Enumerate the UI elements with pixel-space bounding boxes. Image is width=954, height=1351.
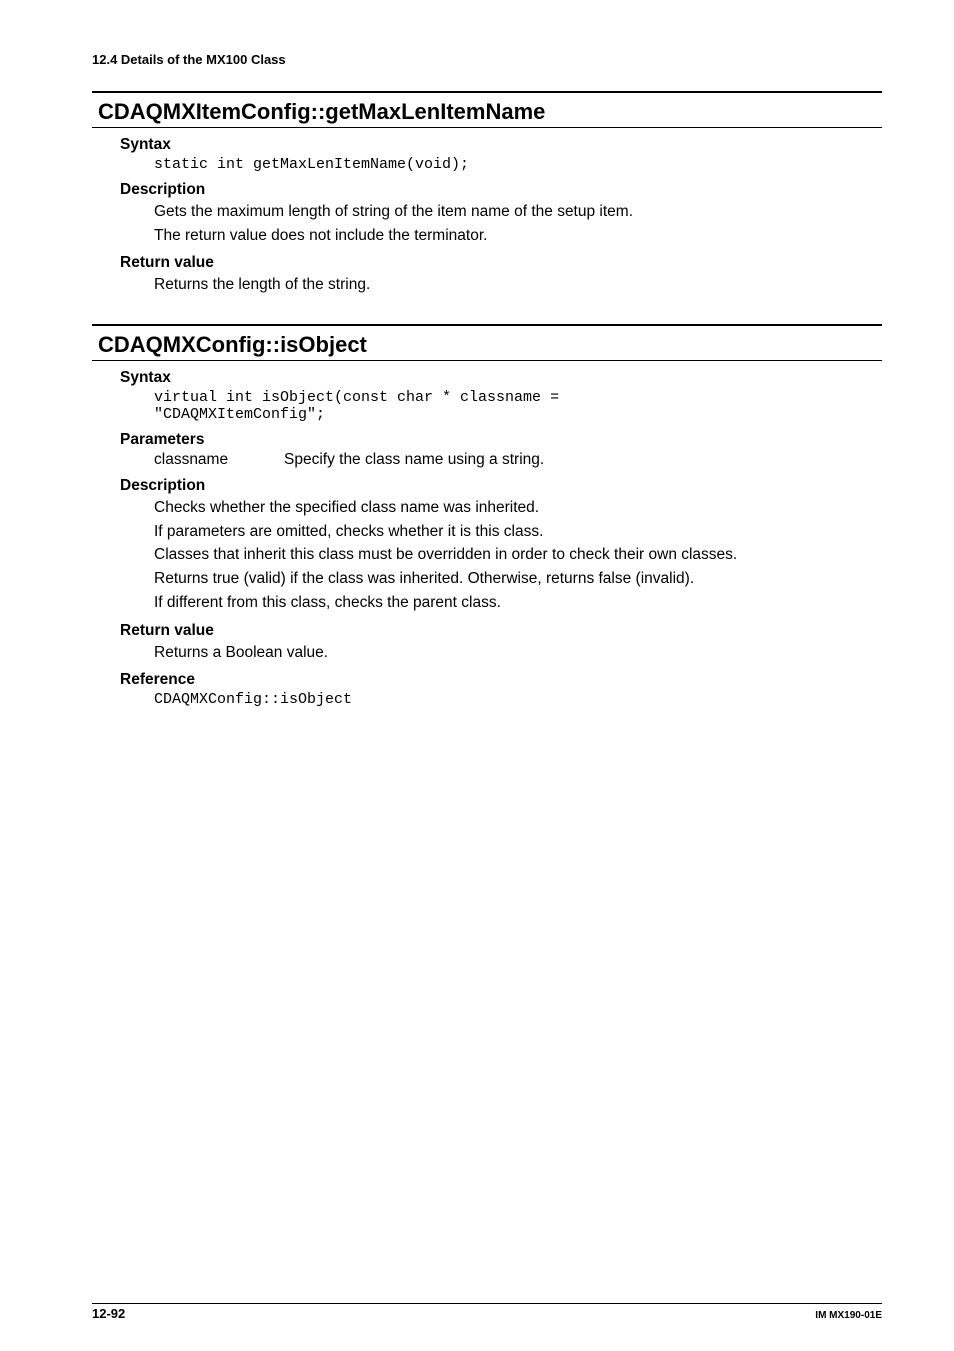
- description-text: Gets the maximum length of string of the…: [92, 201, 882, 223]
- return-value-text: Returns a Boolean value.: [92, 642, 882, 664]
- syntax-code: static int getMaxLenItemName(void);: [92, 156, 882, 173]
- description-text: If parameters are omitted, checks whethe…: [92, 521, 882, 543]
- section-divider: [92, 324, 882, 326]
- reference-heading: Reference: [92, 671, 882, 689]
- page-number: 12-92: [92, 1306, 125, 1321]
- parameter-name: classname: [154, 451, 284, 469]
- description-text: Checks whether the specified class name …: [92, 497, 882, 519]
- return-value-heading: Return value: [92, 254, 882, 272]
- description-text: Classes that inherit this class must be …: [92, 544, 882, 566]
- parameter-desc: Specify the class name using a string.: [284, 451, 544, 469]
- description-text: The return value does not include the te…: [92, 225, 882, 247]
- syntax-heading: Syntax: [92, 136, 882, 154]
- page-footer: 12-92 IM MX190-01E: [92, 1303, 882, 1321]
- section-divider: [92, 127, 882, 128]
- description-text: If different from this class, checks the…: [92, 592, 882, 614]
- return-value-heading: Return value: [92, 622, 882, 640]
- description-text: Returns true (valid) if the class was in…: [92, 568, 882, 590]
- description-heading: Description: [92, 477, 882, 495]
- breadcrumb: 12.4 Details of the MX100 Class: [92, 52, 882, 67]
- section1-title: CDAQMXItemConfig::getMaxLenItemName: [92, 99, 882, 125]
- parameters-heading: Parameters: [92, 431, 882, 449]
- reference-code: CDAQMXConfig::isObject: [92, 691, 882, 708]
- section-divider: [92, 91, 882, 93]
- return-value-text: Returns the length of the string.: [92, 274, 882, 296]
- syntax-code: virtual int isObject(const char * classn…: [92, 389, 882, 423]
- syntax-heading: Syntax: [92, 369, 882, 387]
- section-divider: [92, 360, 882, 361]
- description-heading: Description: [92, 181, 882, 199]
- section2-title: CDAQMXConfig::isObject: [92, 332, 882, 358]
- parameter-row: classname Specify the class name using a…: [92, 451, 882, 469]
- manual-id: IM MX190-01E: [815, 1310, 882, 1321]
